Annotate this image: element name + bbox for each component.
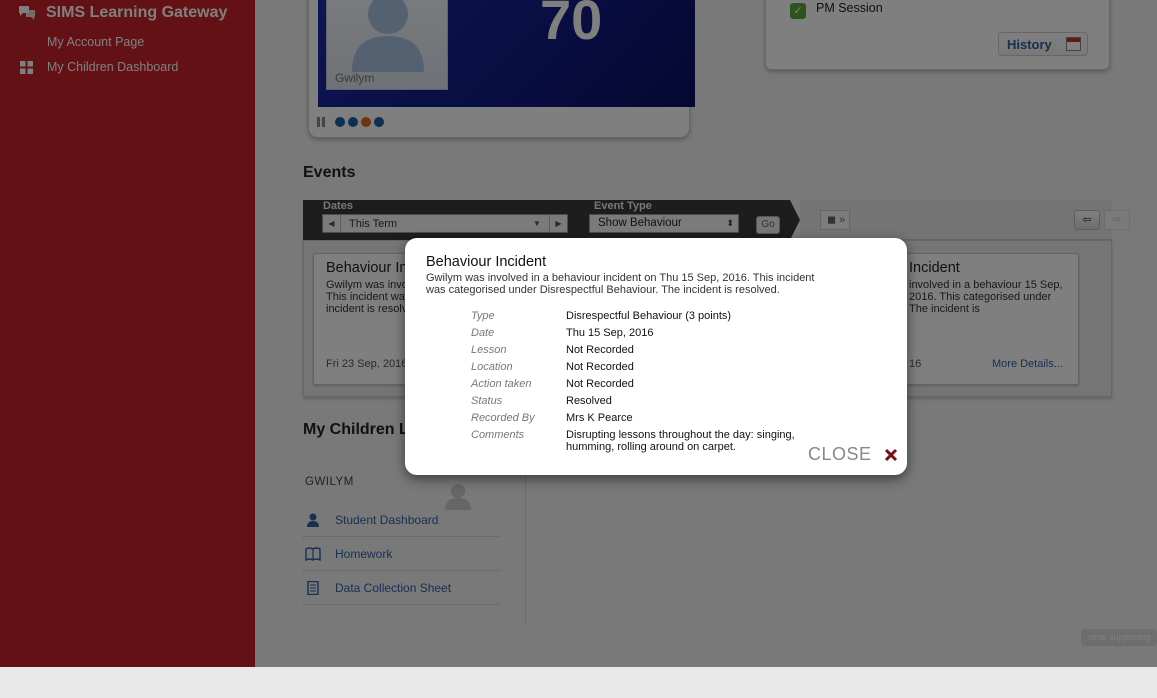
detail-row-location: Location Not Recorded	[471, 361, 851, 378]
close-button[interactable]: CLOSE	[808, 444, 898, 465]
detail-label: Date	[471, 327, 495, 339]
detail-row-recorded-by: Recorded By Mrs K Pearce	[471, 412, 851, 429]
detail-value: Disrespectful Behaviour (3 points)	[566, 310, 732, 322]
bottom-strip	[0, 667, 1157, 698]
detail-label: Comments	[471, 429, 525, 441]
detail-value: Resolved	[566, 395, 612, 407]
detail-row-date: Date Thu 15 Sep, 2016	[471, 327, 851, 344]
detail-label: Location	[471, 361, 513, 373]
detail-value: Not Recorded	[566, 344, 634, 356]
detail-value: Mrs K Pearce	[566, 412, 633, 424]
detail-row-comments: Comments Disrupting lessons throughout t…	[471, 429, 851, 453]
detail-row-action-taken: Action taken Not Recorded	[471, 378, 851, 395]
detail-row-status: Status Resolved	[471, 395, 851, 412]
detail-row-lesson: Lesson Not Recorded	[471, 344, 851, 361]
detail-value: Thu 15 Sep, 2016	[566, 327, 654, 339]
detail-row-type: Type Disrespectful Behaviour (3 points)	[471, 310, 851, 327]
close-icon	[884, 448, 897, 461]
detail-label: Lesson	[471, 344, 507, 356]
detail-value: Not Recorded	[566, 378, 634, 390]
close-label: CLOSE	[808, 444, 872, 464]
detail-label: Action taken	[471, 378, 532, 390]
modal-title: Behaviour Incident	[426, 254, 547, 270]
detail-value: Not Recorded	[566, 361, 634, 373]
behaviour-incident-modal: Behaviour Incident Gwilym was involved i…	[405, 238, 907, 475]
detail-label: Type	[471, 310, 495, 322]
modal-summary: Gwilym was involved in a behaviour incid…	[426, 272, 815, 297]
detail-value: Disrupting lessons throughout the day: s…	[566, 429, 795, 454]
detail-label: Recorded By	[471, 412, 535, 424]
incident-details: Type Disrespectful Behaviour (3 points) …	[471, 310, 851, 453]
detail-label: Status	[471, 395, 503, 407]
